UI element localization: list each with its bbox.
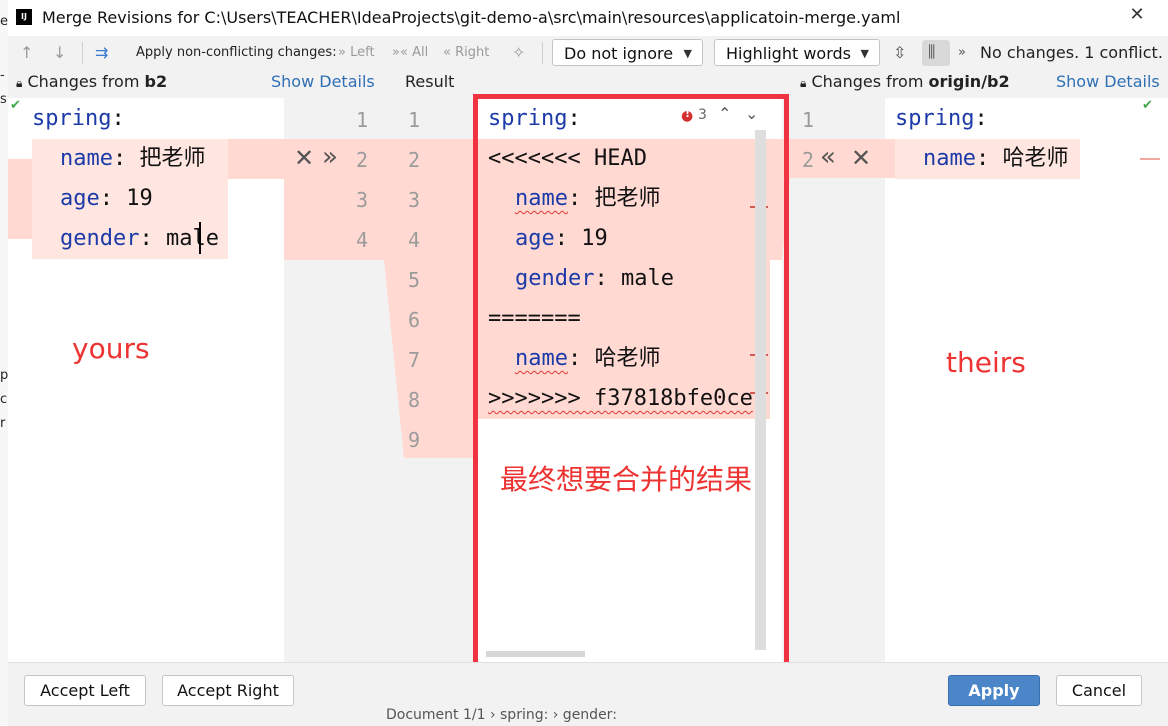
window-title: Merge Revisions for C:\Users\TEACHER\Ide… [42, 8, 901, 27]
apply-left-label: Left [350, 45, 375, 60]
lock-icon: 🔒︎ [800, 76, 807, 90]
ignore-change-x-icon[interactable]: ✕ [851, 144, 871, 172]
yaml-value: male [152, 226, 219, 251]
right-show-details-link[interactable]: Show Details [1056, 72, 1160, 91]
lock-icon: 🔒︎ [16, 76, 23, 90]
intellij-app-icon: IJ [16, 9, 32, 25]
left-header-prefix: Changes from [27, 72, 140, 91]
accept-right-chevron-icon[interactable]: « [820, 142, 836, 172]
result-line-number: 4 [407, 228, 420, 252]
collapse-unchanged-icon[interactable]: ⇳ [893, 43, 906, 62]
left-line-number: 3 [355, 188, 368, 212]
highlight-mode-select[interactable]: Highlight words ▼ [714, 39, 880, 66]
strip-char: r [0, 416, 6, 431]
apply-left-button[interactable]: » Left [338, 45, 375, 60]
yaml-key: name [923, 146, 976, 171]
right-header-branch: origin/b2 [928, 72, 1010, 91]
apply-right-label: Right [455, 45, 490, 60]
cancel-button[interactable]: Cancel [1056, 675, 1142, 706]
text-caret [199, 222, 201, 254]
double-chevron-right-icon: » [338, 45, 346, 60]
apply-button[interactable]: Apply [948, 675, 1040, 706]
yaml-key: name [60, 146, 113, 171]
strip-char: e [0, 14, 8, 29]
result-line-number: 6 [407, 308, 420, 332]
yours-annotation: yours [72, 332, 150, 365]
left-line-number: 4 [355, 228, 368, 252]
double-chevron-left-icon: « [443, 45, 451, 60]
ignore-whitespace-value: Do not ignore [564, 44, 674, 63]
accept-left-chevron-icon[interactable]: » [322, 142, 338, 172]
ignore-whitespace-select[interactable]: Do not ignore ▼ [552, 39, 703, 66]
toolbar-separator [82, 42, 83, 64]
apply-all-label: All [412, 45, 429, 60]
checkmark-icon: ✔ [10, 98, 21, 113]
left-show-details-link[interactable]: Show Details [271, 72, 375, 91]
left-code-line: spring: [32, 106, 125, 131]
left-header-branch: b2 [144, 72, 168, 91]
strip-char: c [0, 392, 8, 407]
theirs-annotation: theirs [946, 346, 1026, 379]
breadcrumb-status: Document 1/1 › spring: › gender: [386, 707, 617, 723]
compare-contents-icon[interactable]: ⇉ [95, 43, 108, 62]
right-code-line: name: 哈老师 [923, 146, 1069, 171]
merge-status-text: No changes. 1 conflict. [980, 43, 1163, 62]
left-code-line: age: 19 [60, 186, 153, 211]
result-line-number: 3 [407, 188, 420, 212]
right-conflict-mark [1140, 158, 1160, 160]
result-panel-header: Result [405, 72, 455, 91]
result-line-number: 7 [407, 348, 420, 372]
conflict-marker-strip [8, 159, 32, 239]
accept-right-button[interactable]: Accept Right [162, 675, 294, 706]
left-line-number: 2 [355, 148, 368, 172]
sync-scroll-icon: ⫼ [928, 42, 936, 61]
yaml-key: spring [895, 106, 975, 131]
yaml-key: age [60, 186, 100, 211]
magic-resolve-icon[interactable]: ✧ [512, 43, 525, 62]
yaml-value: 哈老师 [989, 146, 1069, 171]
left-code-line: gender: male [60, 226, 219, 251]
sync-scroll-toggle[interactable]: ⫼ [922, 40, 950, 66]
result-line-number: 9 [407, 428, 420, 452]
left-line-number: 1 [355, 108, 368, 132]
yaml-key: gender [60, 226, 140, 251]
left-code-line: name: 把老师 [60, 146, 206, 171]
strip-char: - [0, 68, 5, 83]
dropdown-arrow-icon: ▼ [860, 47, 869, 60]
apply-non-conflicting-label: Apply non-conflicting changes: [136, 45, 337, 60]
next-difference-icon[interactable]: ↓ [53, 43, 66, 62]
result-line-number: 5 [407, 268, 420, 292]
accept-left-button[interactable]: Accept Left [24, 675, 146, 706]
left-conflict-highlight [228, 139, 284, 179]
result-annotation: 最终想要合并的结果 [500, 463, 753, 496]
left-panel-header: 🔒︎ Changes from b2 [16, 72, 167, 91]
result-line-number: 1 [407, 108, 420, 132]
right-panel-header: 🔒︎ Changes from origin/b2 [800, 72, 1010, 91]
result-highlight-box [473, 94, 789, 668]
yaml-value: 19 [113, 186, 153, 211]
result-line-number: 8 [407, 388, 420, 412]
highlight-mode-value: Highlight words [726, 44, 851, 63]
yaml-value: 把老师 [126, 146, 206, 171]
right-editor[interactable] [885, 98, 1168, 662]
dropdown-arrow-icon: ▼ [683, 47, 692, 60]
more-actions-icon[interactable]: » [958, 45, 966, 60]
apply-all-button[interactable]: »« All [392, 45, 428, 60]
right-code-line: spring: [895, 106, 988, 131]
checkmark-icon: ✔ [1142, 98, 1153, 113]
previous-difference-icon[interactable]: ↑ [20, 43, 33, 62]
strip-char: s [0, 92, 7, 107]
double-chevron-both-icon: »« [392, 45, 408, 60]
toolbar-separator [542, 42, 543, 64]
close-icon[interactable]: ✕ [1126, 4, 1148, 26]
ignore-change-x-icon[interactable]: ✕ [294, 144, 314, 172]
apply-right-button[interactable]: « Right [443, 45, 489, 60]
yaml-key: spring [32, 106, 112, 131]
right-header-prefix: Changes from [811, 72, 924, 91]
result-line-number: 2 [407, 148, 420, 172]
